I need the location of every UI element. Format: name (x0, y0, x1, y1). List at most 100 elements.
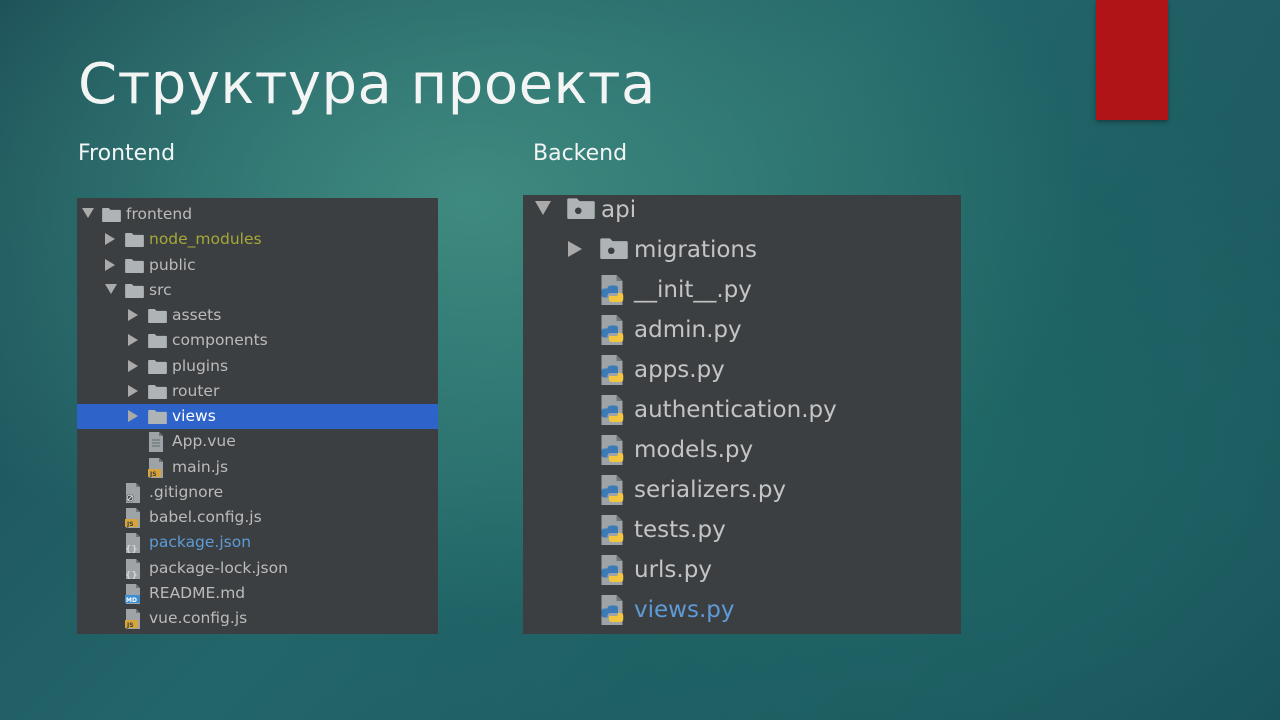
folder-icon (567, 197, 595, 219)
tree-item-label: urls.py (634, 557, 712, 583)
js-file-icon: JS (125, 609, 141, 629)
tree-item-components[interactable]: components (77, 328, 438, 353)
folder-icon (125, 283, 144, 298)
svg-text:JS: JS (126, 622, 134, 629)
python-file-icon (600, 595, 624, 625)
expand-arrow-icon[interactable] (128, 334, 138, 347)
tree-item-package-json[interactable]: {} package.json (77, 530, 438, 555)
python-file-icon (600, 435, 624, 465)
collapse-arrow-icon[interactable] (535, 201, 551, 215)
tree-item-serializers-py[interactable]: serializers.py (523, 471, 961, 511)
tree-item-label: babel.config.js (149, 508, 262, 526)
tree-item-frontend[interactable]: frontend (77, 202, 438, 227)
tree-item-readme-md[interactable]: MD README.md (77, 581, 438, 606)
tree-item-views-py[interactable]: views.py (523, 591, 961, 631)
tree-item-api[interactable]: api (523, 195, 961, 231)
frontend-label: Frontend (78, 141, 176, 166)
folder-icon (148, 333, 167, 349)
tree-item-apps-py[interactable]: apps.py (523, 351, 961, 391)
folder-icon (148, 384, 167, 399)
tree-item-label: frontend (126, 205, 193, 223)
tree-item-node-modules[interactable]: node_modules (77, 227, 438, 252)
js-file-icon: JS (125, 508, 141, 528)
expand-arrow-icon[interactable] (128, 410, 138, 422)
folder-icon (102, 207, 121, 222)
tree-item-models-py[interactable]: models.py (523, 431, 961, 471)
tree-item-label: node_modules (149, 230, 262, 249)
python-file-icon (600, 355, 624, 385)
tree-item-label: package-lock.json (149, 558, 288, 577)
tree-item-init-py[interactable]: __init__.py (523, 271, 961, 311)
tree-item-label: src (149, 280, 172, 299)
tree-item-migrations[interactable]: migrations (523, 231, 961, 271)
expand-arrow-icon[interactable] (568, 241, 582, 257)
tree-item-label: admin.py (634, 317, 742, 343)
tree-item-label: migrations (634, 237, 757, 263)
tree-item-label: apps.py (634, 357, 725, 383)
tree-item-label: vue.config.js (149, 609, 248, 627)
expand-arrow-icon[interactable] (128, 384, 138, 397)
json-file-icon: {} (125, 533, 141, 554)
python-file-icon (600, 315, 624, 345)
tree-item-admin-py[interactable]: admin.py (523, 311, 961, 351)
js-file-icon: JS (148, 457, 164, 478)
tree-item-plugins[interactable]: plugins (77, 354, 438, 379)
expand-arrow-icon[interactable] (105, 258, 115, 271)
expand-arrow-icon[interactable] (128, 359, 138, 372)
json-file-icon: {} (125, 558, 141, 579)
tree-item-label: main.js (172, 457, 229, 476)
tree-item-label: package.json (149, 533, 252, 552)
tree-item-label: __init__.py (634, 277, 752, 303)
tree-item-views[interactable]: views (77, 404, 438, 430)
tree-item-label: serializers.py (634, 477, 787, 503)
tree-item-label: public (149, 255, 196, 274)
tree-item-assets[interactable]: assets (77, 303, 438, 328)
tree-item-tests-py[interactable]: tests.py (523, 511, 961, 551)
tree-item-label: assets (172, 306, 222, 324)
python-file-icon (600, 555, 624, 585)
accent-bar (1096, 0, 1168, 120)
tree-item-label: plugins (172, 356, 229, 375)
expand-arrow-icon[interactable] (105, 233, 115, 246)
svg-text:{}: {} (125, 545, 138, 553)
svg-text:MD: MD (126, 597, 137, 604)
tree-item-label: router (172, 381, 220, 400)
gitignore-file-icon (125, 482, 141, 503)
tree-item-label: README.md (149, 583, 246, 602)
tree-item-label: .gitignore (149, 482, 224, 501)
collapse-arrow-icon[interactable] (105, 283, 117, 294)
tree-item-label: views.py (634, 597, 735, 623)
tree-item-label: authentication.py (634, 397, 837, 423)
backend-label: Backend (533, 141, 628, 166)
backend-project-tree: api migrations __init__.py admin.py apps.py a… (523, 195, 961, 634)
svg-text:JS: JS (126, 521, 134, 528)
tree-item-src[interactable]: src (77, 278, 438, 303)
folder-icon (600, 237, 628, 259)
tree-item-public[interactable]: public (77, 253, 438, 278)
tree-item-package-lock-json[interactable]: {} package-lock.json (77, 556, 438, 581)
tree-item-label: components (172, 331, 268, 350)
tree-item-urls-py[interactable]: urls.py (523, 551, 961, 591)
tree-item-label: models.py (634, 437, 754, 463)
folder-icon (125, 232, 144, 248)
python-file-icon (600, 275, 624, 305)
folder-icon (148, 359, 167, 374)
tree-item-vue-config-js[interactable]: JS vue.config.js (77, 606, 438, 631)
python-file-icon (600, 515, 624, 545)
collapse-arrow-icon[interactable] (82, 208, 94, 218)
tree-item-label: api (601, 197, 637, 223)
tree-item-gitignore[interactable]: .gitignore (77, 480, 438, 505)
slide-title: Структура проекта (78, 52, 656, 117)
folder-icon (148, 409, 167, 424)
tree-item-label: App.vue (172, 432, 236, 451)
tree-item-authentication-py[interactable]: authentication.py (523, 391, 961, 431)
tree-item-app-vue[interactable]: App.vue (77, 429, 438, 454)
folder-icon (148, 308, 167, 323)
expand-arrow-icon[interactable] (128, 309, 138, 321)
tree-item-main-js[interactable]: JS main.js (77, 455, 438, 480)
vue-file-icon (148, 432, 164, 453)
tree-item-router[interactable]: router (77, 379, 438, 404)
tree-item-babel-config-js[interactable]: JS babel.config.js (77, 505, 438, 530)
markdown-file-icon: MD (125, 583, 141, 604)
python-file-icon (600, 395, 624, 425)
